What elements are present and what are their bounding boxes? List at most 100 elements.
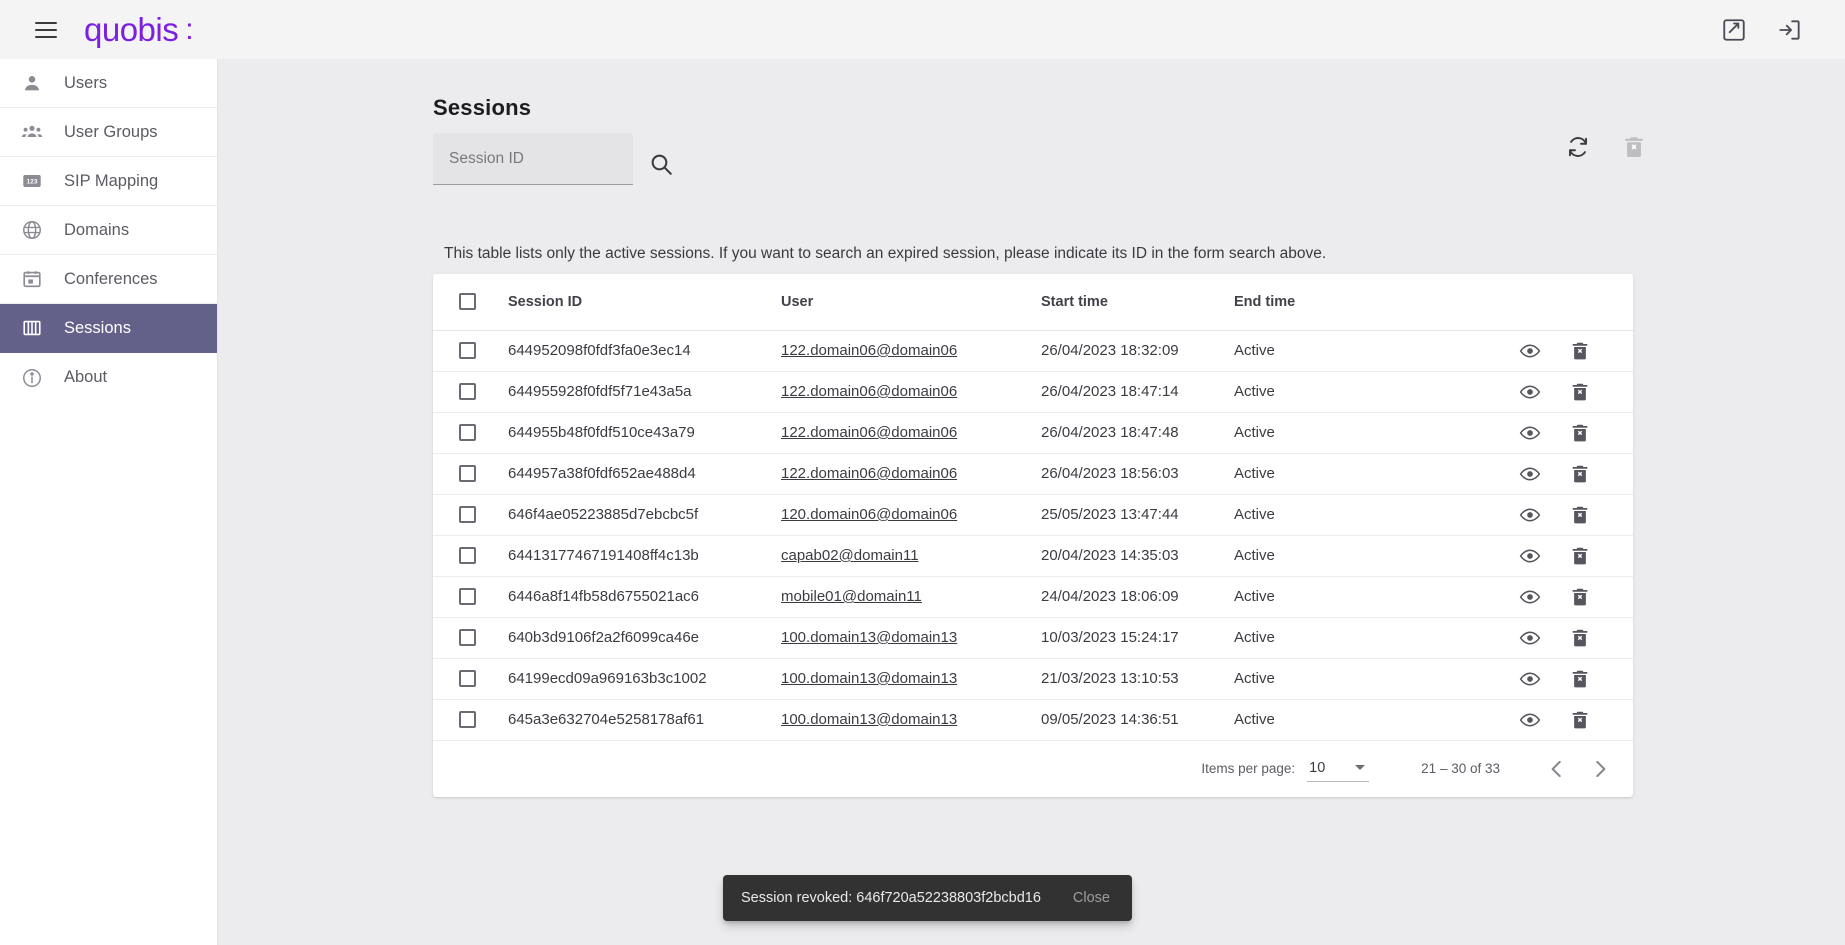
user-link[interactable]: 122.domain06@domain06	[781, 465, 957, 482]
user-link[interactable]: mobile01@domain11	[781, 588, 922, 605]
column-header-user[interactable]: User	[781, 274, 1041, 331]
cell-start-time: 26/04/2023 18:56:03	[1041, 453, 1234, 495]
table-header: Session ID User Start time End time	[433, 274, 1633, 331]
hamburger-menu-icon[interactable]	[35, 21, 57, 38]
row-select-cell	[433, 658, 508, 700]
row-checkbox[interactable]	[459, 424, 476, 442]
cell-start-time: 26/04/2023 18:47:14	[1041, 371, 1234, 413]
cell-session-id: 644955928f0fdf5f71e43a5a	[508, 371, 781, 413]
eye-icon[interactable]	[1519, 627, 1541, 649]
row-checkbox[interactable]	[459, 588, 476, 606]
top-app-bar: quobis :	[0, 0, 1845, 59]
row-checkbox[interactable]	[459, 629, 476, 647]
search-field[interactable]	[433, 133, 633, 185]
select-all-checkbox[interactable]	[459, 293, 476, 311]
row-checkbox[interactable]	[459, 711, 476, 729]
person-icon	[25, 76, 39, 91]
eye-icon[interactable]	[1519, 668, 1541, 690]
sidebar-item-sip-mapping[interactable]: 123 SIP Mapping	[0, 157, 217, 206]
user-link[interactable]: 122.domain06@domain06	[781, 342, 957, 359]
delete-forever-icon[interactable]	[1569, 422, 1591, 444]
cell-session-id: 644955b48f0fdf510ce43a79	[508, 412, 781, 454]
svg-text:123: 123	[26, 178, 37, 185]
row-checkbox[interactable]	[459, 342, 476, 360]
delete-forever-icon[interactable]	[1569, 709, 1591, 731]
row-checkbox[interactable]	[459, 383, 476, 401]
delete-forever-icon[interactable]	[1569, 340, 1591, 362]
people-group-icon	[21, 125, 43, 138]
eye-icon[interactable]	[1519, 340, 1541, 362]
refresh-icon[interactable]	[1565, 134, 1591, 160]
table-row: 64413177467191408ff4c13b capab02@domain11…	[433, 535, 1633, 577]
row-select-cell	[433, 617, 508, 659]
sidebar-item-conferences[interactable]: Conferences	[0, 255, 217, 304]
user-link[interactable]: 100.domain13@domain13	[781, 670, 957, 687]
row-actions	[1449, 668, 1633, 690]
sidebar-item-label: Conferences	[64, 269, 158, 288]
sidebar-item-label: User Groups	[64, 122, 158, 141]
delete-forever-icon[interactable]	[1569, 545, 1591, 567]
search-input[interactable]	[447, 148, 619, 169]
user-link[interactable]: 122.domain06@domain06	[781, 383, 957, 400]
row-checkbox[interactable]	[459, 547, 476, 565]
search-icon[interactable]	[648, 151, 674, 177]
user-link[interactable]: 122.domain06@domain06	[781, 424, 957, 441]
row-checkbox[interactable]	[459, 465, 476, 483]
feedback-icon[interactable]	[1721, 17, 1747, 43]
cell-actions	[1449, 535, 1633, 577]
sidebar-item-users[interactable]: Users	[0, 59, 217, 108]
row-actions	[1449, 381, 1633, 403]
cell-end-time: Active	[1234, 658, 1449, 700]
logout-icon[interactable]	[1777, 17, 1803, 43]
delete-forever-icon[interactable]	[1569, 463, 1591, 485]
column-header-session-id[interactable]: Session ID	[508, 274, 781, 331]
sidebar-item-domains[interactable]: Domains	[0, 206, 217, 255]
cell-actions	[1449, 412, 1633, 454]
user-link[interactable]: 120.domain06@domain06	[781, 506, 957, 523]
cell-user: 100.domain13@domain13	[781, 658, 1041, 700]
eye-icon[interactable]	[1519, 545, 1541, 567]
cell-user: mobile01@domain11	[781, 576, 1041, 618]
table-row: 644955928f0fdf5f71e43a5a 122.domain06@dom…	[433, 371, 1633, 413]
snackbar-close-button[interactable]: Close	[1067, 890, 1116, 906]
table-row: 6446a8f14fb58d6755021ac6 mobile01@domain1…	[433, 576, 1633, 618]
main-content: Sessions This table lists only the activ…	[218, 59, 1845, 945]
logo-text: quobis	[84, 11, 179, 48]
sidebar-item-user-groups[interactable]: User Groups	[0, 108, 217, 157]
cell-user: 122.domain06@domain06	[781, 330, 1041, 372]
row-checkbox[interactable]	[459, 506, 476, 524]
snackbar-message: Session revoked: 646f720a52238803f2bcbd1…	[741, 890, 1041, 906]
column-header-start-time[interactable]: Start time	[1041, 274, 1234, 331]
user-link[interactable]: 100.domain13@domain13	[781, 629, 957, 646]
eye-icon[interactable]	[1519, 709, 1541, 731]
user-link[interactable]: capab02@domain11	[781, 547, 919, 564]
sidebar-item-about[interactable]: About	[0, 353, 217, 402]
eye-icon[interactable]	[1519, 586, 1541, 608]
sidebar-item-sessions[interactable]: Sessions	[0, 304, 217, 353]
eye-icon[interactable]	[1519, 504, 1541, 526]
user-link[interactable]: 100.domain13@domain13	[781, 711, 957, 728]
items-per-page-select[interactable]: 10	[1307, 756, 1370, 782]
eye-icon[interactable]	[1519, 381, 1541, 403]
column-header-end-time[interactable]: End time	[1234, 274, 1449, 331]
delete-forever-icon[interactable]	[1569, 586, 1591, 608]
delete-forever-icon[interactable]	[1569, 668, 1591, 690]
eye-icon[interactable]	[1519, 422, 1541, 444]
top-bar-actions	[1721, 17, 1803, 43]
row-actions	[1449, 586, 1633, 608]
cell-user: 122.domain06@domain06	[781, 453, 1041, 495]
row-select-cell	[433, 371, 508, 413]
row-actions	[1449, 422, 1633, 444]
row-actions	[1449, 504, 1633, 526]
delete-forever-icon[interactable]	[1569, 381, 1591, 403]
row-checkbox[interactable]	[459, 670, 476, 688]
cell-end-time: Active	[1234, 617, 1449, 659]
delete-forever-icon[interactable]	[1569, 627, 1591, 649]
search-row	[433, 133, 674, 185]
delete-forever-icon[interactable]	[1569, 504, 1591, 526]
chevron-right-icon[interactable]	[1587, 756, 1613, 782]
eye-icon[interactable]	[1519, 463, 1541, 485]
cell-start-time: 10/03/2023 15:24:17	[1041, 617, 1234, 659]
table-header-row: Session ID User Start time End time	[433, 274, 1633, 331]
chevron-left-icon[interactable]	[1544, 756, 1570, 782]
